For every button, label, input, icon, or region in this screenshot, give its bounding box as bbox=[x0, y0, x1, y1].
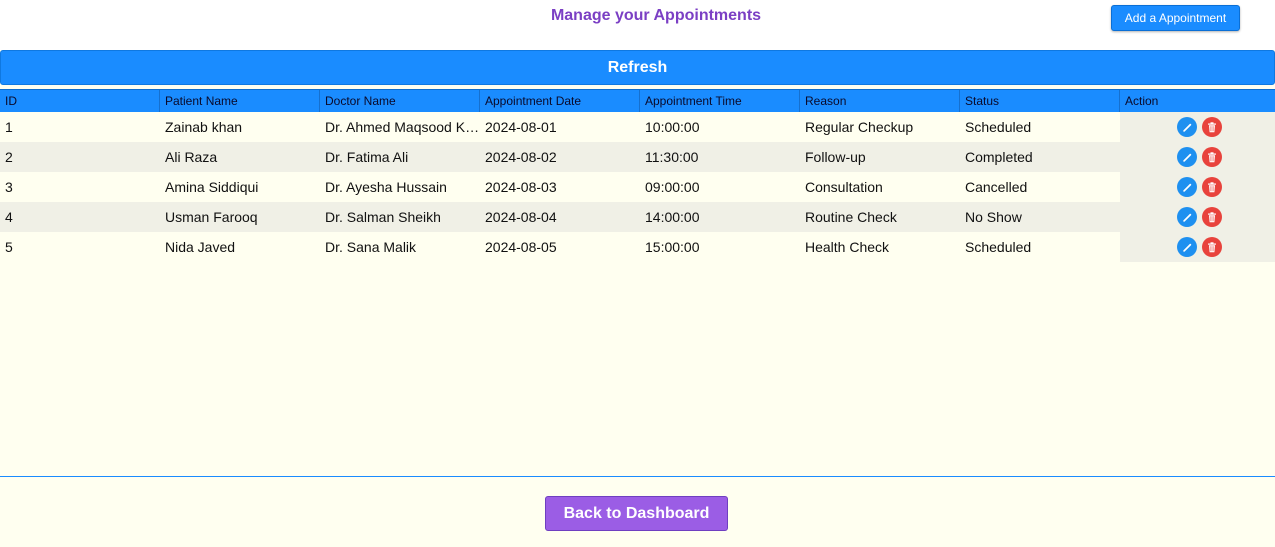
cell-id: 2 bbox=[5, 149, 13, 165]
cell-appointment-time: 11:30:00 bbox=[645, 149, 699, 165]
edit-appointment-button[interactable] bbox=[1177, 177, 1197, 197]
cell-appointment-time: 10:00:00 bbox=[645, 119, 700, 135]
edit-appointment-button[interactable] bbox=[1177, 117, 1197, 137]
cell-appointment-date: 2024-08-03 bbox=[485, 179, 557, 195]
pencil-icon bbox=[1182, 122, 1193, 133]
pencil-icon bbox=[1182, 182, 1193, 193]
trash-icon bbox=[1207, 211, 1217, 223]
cell-patient-name: Ali Raza bbox=[165, 149, 218, 165]
column-header-status[interactable]: Status bbox=[960, 90, 1120, 112]
cell-status: No Show bbox=[965, 209, 1022, 225]
table-row[interactable]: 3 Amina Siddiqui Dr. Ayesha Hussain 2024-08… bbox=[0, 172, 1275, 202]
cell-id: 4 bbox=[5, 209, 13, 225]
appointments-table-body: 1 Zainab khan Dr. Ahmed Maqsood Khan 2024-0… bbox=[0, 112, 1275, 262]
column-header-patient-name[interactable]: Patient Name bbox=[160, 90, 320, 112]
cell-id: 3 bbox=[5, 179, 13, 195]
edit-appointment-button[interactable] bbox=[1177, 147, 1197, 167]
edit-appointment-button[interactable] bbox=[1177, 207, 1197, 227]
cell-appointment-date: 2024-08-04 bbox=[485, 209, 557, 225]
table-header: ID Patient Name Doctor Name Appointment … bbox=[0, 89, 1275, 112]
cell-appointment-time: 09:00:00 bbox=[645, 179, 700, 195]
page-header: Manage your Appointments Add a Appointme… bbox=[0, 0, 1275, 50]
column-header-id[interactable]: ID bbox=[0, 90, 160, 112]
table-row[interactable]: 1 Zainab khan Dr. Ahmed Maqsood Khan 2024-0… bbox=[0, 112, 1275, 142]
cell-status: Scheduled bbox=[965, 119, 1032, 135]
cell-status: Completed bbox=[965, 149, 1033, 165]
delete-appointment-button[interactable] bbox=[1202, 237, 1222, 257]
cell-patient-name: Nida Javed bbox=[165, 239, 236, 255]
cell-patient-name: Zainab khan bbox=[165, 119, 243, 135]
cell-id: 5 bbox=[5, 239, 13, 255]
trash-icon bbox=[1207, 181, 1217, 193]
column-header-appointment-date[interactable]: Appointment Date bbox=[480, 90, 640, 112]
cell-doctor-name: Dr. Ayesha Hussain bbox=[325, 179, 447, 195]
column-header-reason[interactable]: Reason bbox=[800, 90, 960, 112]
cell-reason: Consultation bbox=[805, 179, 883, 195]
trash-icon bbox=[1207, 151, 1217, 163]
cell-id: 1 bbox=[5, 119, 13, 135]
back-to-dashboard-button[interactable]: Back to Dashboard bbox=[545, 496, 728, 531]
cell-appointment-date: 2024-08-02 bbox=[485, 149, 557, 165]
delete-appointment-button[interactable] bbox=[1202, 177, 1222, 197]
cell-appointment-date: 2024-08-01 bbox=[485, 119, 557, 135]
table-row[interactable]: 5 Nida Javed Dr. Sana Malik 2024-08-05 15:00… bbox=[0, 232, 1275, 262]
cell-appointment-time: 15:00:00 bbox=[645, 239, 700, 255]
cell-appointment-date: 2024-08-05 bbox=[485, 239, 557, 255]
cell-reason: Health Check bbox=[805, 239, 890, 255]
cell-doctor-name: Dr. Sana Malik bbox=[325, 239, 417, 255]
edit-appointment-button[interactable] bbox=[1177, 237, 1197, 257]
cell-status: Cancelled bbox=[965, 179, 1028, 195]
add-appointment-button[interactable]: Add a Appointment bbox=[1111, 5, 1240, 31]
table-row[interactable]: 2 Ali Raza Dr. Fatima Ali 2024-08-02 11:30:0… bbox=[0, 142, 1275, 172]
refresh-button[interactable]: Refresh bbox=[0, 50, 1275, 85]
delete-appointment-button[interactable] bbox=[1202, 117, 1222, 137]
cell-action bbox=[1120, 172, 1275, 202]
page-title: Manage your Appointments bbox=[550, 7, 762, 24]
column-header-action: Action bbox=[1125, 94, 1159, 108]
column-header-appointment-time[interactable]: Appointment Time bbox=[640, 90, 800, 112]
cell-doctor-name: Dr. Fatima Ali bbox=[325, 149, 409, 165]
pencil-icon bbox=[1182, 152, 1193, 163]
delete-appointment-button[interactable] bbox=[1202, 147, 1222, 167]
cell-action bbox=[1120, 232, 1275, 262]
cell-reason: Regular Checkup bbox=[805, 119, 914, 135]
cell-action bbox=[1120, 202, 1275, 232]
cell-reason: Routine Check bbox=[805, 209, 897, 225]
cell-reason: Follow-up bbox=[805, 149, 866, 165]
divider bbox=[0, 476, 1275, 477]
cell-patient-name: Amina Siddiqui bbox=[165, 179, 259, 195]
table-row[interactable]: 4 Usman Farooq Dr. Salman Sheikh 2024-08-04… bbox=[0, 202, 1275, 232]
cell-doctor-name: Dr. Salman Sheikh bbox=[325, 209, 441, 225]
cell-patient-name: Usman Farooq bbox=[165, 209, 258, 225]
trash-icon bbox=[1207, 241, 1217, 253]
delete-appointment-button[interactable] bbox=[1202, 207, 1222, 227]
pencil-icon bbox=[1182, 242, 1193, 253]
column-header-doctor-name[interactable]: Doctor Name bbox=[320, 90, 480, 112]
pencil-icon bbox=[1182, 212, 1193, 223]
cell-action bbox=[1120, 112, 1275, 142]
trash-icon bbox=[1207, 121, 1217, 133]
cell-appointment-time: 14:00:00 bbox=[645, 209, 700, 225]
cell-action bbox=[1120, 142, 1275, 172]
cell-status: Scheduled bbox=[965, 239, 1032, 255]
cell-doctor-name: Dr. Ahmed Maqsood Khan bbox=[325, 119, 480, 135]
